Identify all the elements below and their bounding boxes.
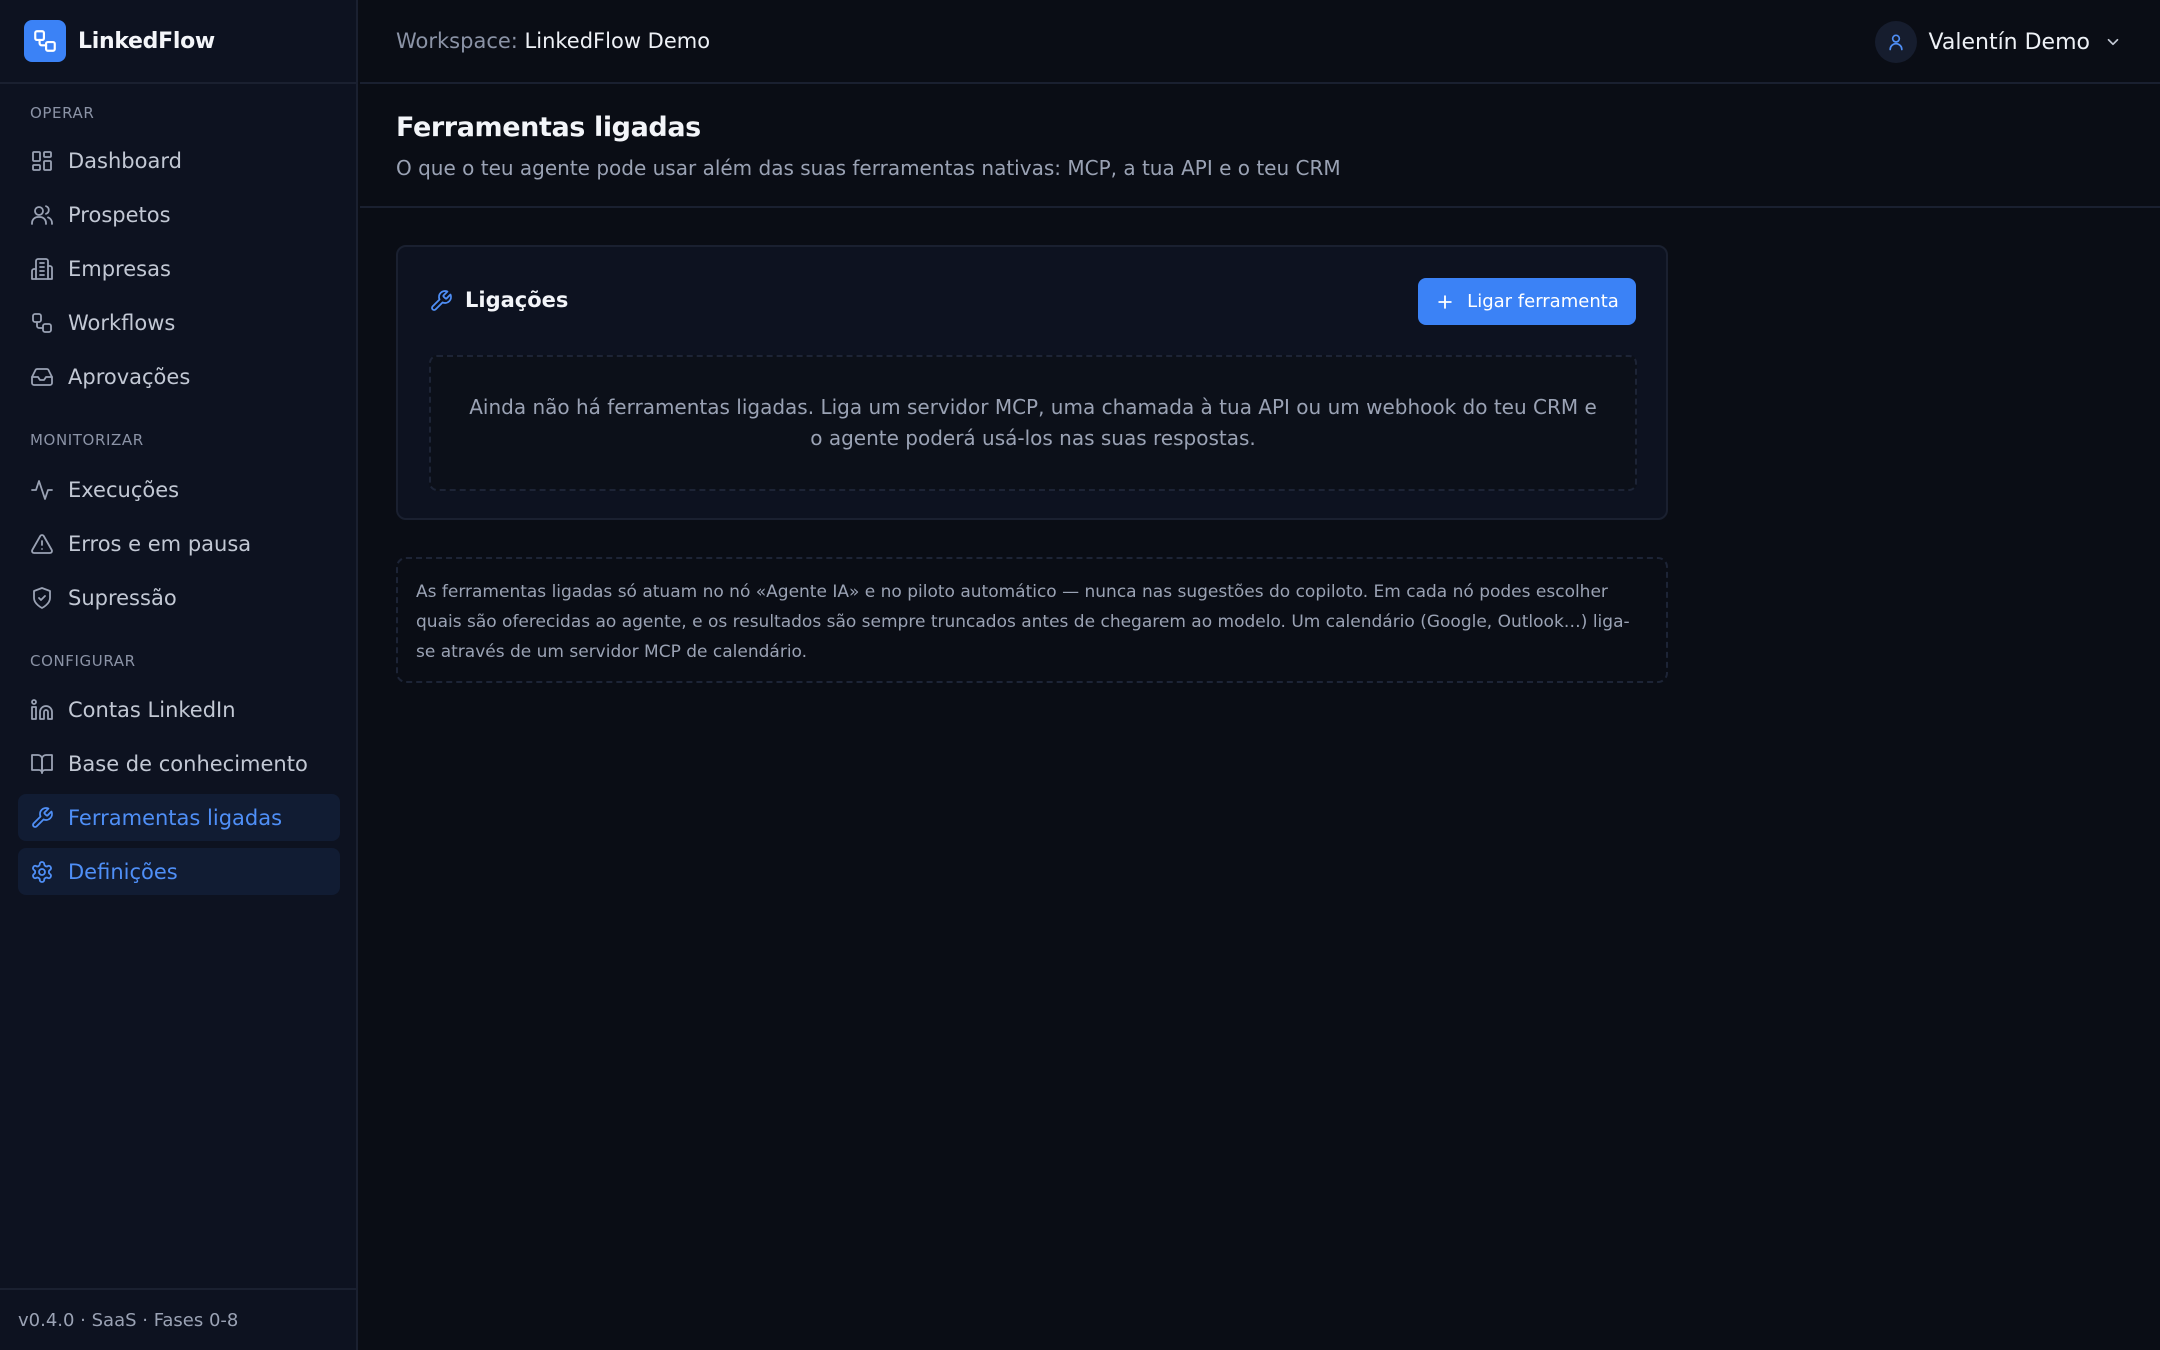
sidebar-item-prospetos[interactable]: Prospetos: [18, 191, 340, 238]
sidebar-item-ferramentas-ligadas[interactable]: Ferramentas ligadas: [18, 794, 340, 841]
sidebar-item-label: Definições: [68, 859, 178, 884]
workspace-indicator[interactable]: Workspace: LinkedFlow Demo: [396, 29, 710, 53]
section-title-configurar: CONFIGURAR: [30, 652, 136, 670]
workflow-icon: [30, 311, 54, 335]
sidebar-item-definicoes[interactable]: Definições: [18, 848, 340, 895]
wrench-icon: [30, 806, 54, 830]
gear-icon: [30, 860, 54, 884]
info-note: As ferramentas ligadas só atuam no nó «A…: [396, 557, 1668, 683]
sidebar-item-execucoes[interactable]: Execuções: [18, 466, 340, 513]
app: LinkedFlow OPERAR Dashboard Prospetos Em…: [0, 0, 2160, 1350]
brand[interactable]: LinkedFlow: [0, 0, 356, 84]
page-title: Ferramentas ligadas: [396, 112, 701, 143]
page-header: Ferramentas ligadas O que o teu agente p…: [360, 86, 2160, 208]
section-title-operar: OPERAR: [30, 104, 95, 122]
wrench-icon: [429, 289, 453, 313]
linkedin-icon: [30, 698, 54, 722]
connect-tool-button[interactable]: Ligar ferramenta: [1418, 278, 1636, 325]
topbar: Workspace: LinkedFlow Demo Valentín Demo: [360, 0, 2160, 84]
sidebar-item-aprovacoes[interactable]: Aprovações: [18, 353, 340, 400]
sidebar-item-contas-linkedin[interactable]: Contas LinkedIn: [18, 686, 340, 733]
connect-tool-label: Ligar ferramenta: [1467, 291, 1619, 312]
dashboard-icon: [30, 149, 54, 173]
sidebar-item-label: Execuções: [68, 477, 180, 502]
logo-icon: [24, 20, 66, 62]
sidebar-item-base-conhecimento[interactable]: Base de conhecimento: [18, 740, 340, 787]
sidebar-item-label: Contas LinkedIn: [68, 697, 236, 722]
sidebar-item-supressao[interactable]: Supressão: [18, 574, 340, 621]
alert-triangle-icon: [30, 532, 54, 556]
card-title: Ligações: [465, 288, 569, 312]
empty-state: Ainda não há ferramentas ligadas. Liga u…: [429, 355, 1637, 491]
sidebar-item-label: Prospetos: [68, 202, 171, 227]
section-title-monitorizar: MONITORIZAR: [30, 431, 144, 449]
sidebar-item-label: Erros e em pausa: [68, 531, 252, 556]
workspace-name: LinkedFlow Demo: [524, 29, 711, 53]
sidebar-item-label: Aprovações: [68, 364, 191, 389]
sidebar-item-dashboard[interactable]: Dashboard: [18, 137, 340, 184]
sidebar-item-erros[interactable]: Erros e em pausa: [18, 520, 340, 567]
sidebar-item-workflows[interactable]: Workflows: [18, 299, 340, 346]
page-subtitle: O que o teu agente pode usar além das su…: [396, 156, 1341, 180]
info-note-text: As ferramentas ligadas só atuam no nó «A…: [416, 582, 1630, 662]
user-icon: [1888, 34, 1903, 51]
user-menu[interactable]: Valentín Demo: [1874, 20, 2122, 64]
inbox-icon: [30, 365, 54, 389]
workspace-label: Workspace:: [396, 29, 518, 53]
shield-icon: [30, 586, 54, 610]
building-icon: [30, 257, 54, 281]
chevron-down-icon: [2104, 33, 2122, 51]
book-icon: [30, 752, 54, 776]
sidebar-item-label: Base de conhecimento: [68, 751, 308, 776]
version-footer: v0.4.0 · SaaS · Fases 0-8: [0, 1288, 356, 1350]
sidebar: LinkedFlow OPERAR Dashboard Prospetos Em…: [0, 0, 358, 1350]
plus-icon: [1435, 292, 1455, 312]
empty-state-text: Ainda não há ferramentas ligadas. Liga u…: [469, 395, 1597, 450]
user-name: Valentín Demo: [1928, 29, 2090, 55]
users-icon: [30, 203, 54, 227]
avatar: [1874, 21, 1917, 63]
sidebar-item-empresas[interactable]: Empresas: [18, 245, 340, 292]
connections-card: Ligações Ligar ferramenta Ainda não há f…: [396, 245, 1668, 520]
sidebar-item-label: Dashboard: [68, 148, 182, 173]
sidebar-item-label: Ferramentas ligadas: [68, 805, 283, 830]
sidebar-item-label: Workflows: [68, 310, 176, 335]
sidebar-item-label: Empresas: [68, 256, 171, 281]
activity-icon: [30, 478, 54, 502]
brand-name: LinkedFlow: [78, 28, 215, 54]
sidebar-item-label: Supressão: [68, 585, 177, 610]
